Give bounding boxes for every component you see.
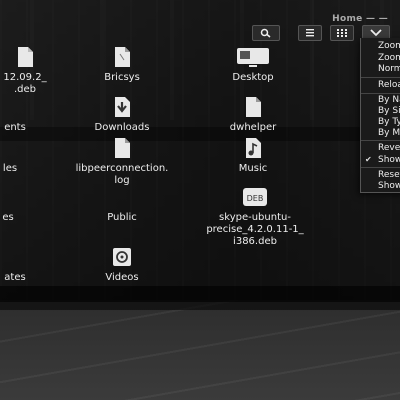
file-item-bricsys[interactable]: Bricsys — [77, 46, 167, 84]
folder-icon — [242, 96, 264, 118]
file-item-label: Videos — [105, 272, 139, 283]
view-dropdown-menu: Zoom In Zoom Out Normal Size Reload By N… — [360, 38, 400, 193]
file-item-label: ents — [4, 122, 26, 133]
file-item-dwhelper[interactable]: dwhelper — [208, 96, 298, 134]
menu-item-zoom-in[interactable]: Zoom In — [378, 41, 400, 51]
menu-item-reset-view[interactable]: Reset View to Defaults — [378, 170, 400, 180]
menu-item-zoom-out[interactable]: Zoom Out — [378, 53, 400, 63]
file-manager-window: Home — — 12.09.2_ .deb Bricsys Desktop e… — [0, 0, 400, 310]
file-item-public[interactable]: Public — [77, 186, 167, 224]
file-item-label: Music — [238, 163, 268, 174]
wallpaper-floor — [0, 300, 400, 400]
video-icon — [111, 246, 133, 268]
folder-icon — [0, 186, 19, 208]
file-item-music[interactable]: Music — [208, 137, 298, 175]
file-item-label: ates — [4, 272, 26, 283]
list-view-button[interactable] — [298, 25, 322, 41]
file-item-label: 12.09.2_ .deb — [3, 72, 47, 95]
menu-item-sort-by-type[interactable]: By Type — [378, 117, 400, 127]
download-icon — [111, 96, 133, 118]
folder-icon — [111, 186, 133, 208]
window-title: Home — — — [332, 14, 388, 24]
file-item-label: Desktop — [232, 72, 274, 83]
music-icon — [242, 137, 264, 159]
row-shade — [0, 127, 400, 141]
chevron-down-icon — [370, 29, 382, 37]
file-item-documents-partial[interactable]: ents — [0, 96, 60, 134]
status-bar — [0, 286, 400, 302]
file-item-skype-deb[interactable]: DEB skype-ubuntu- precise_4.2.0.11-1_ i3… — [195, 186, 315, 248]
svg-text:DEB: DEB — [247, 194, 264, 203]
list-view-icon — [306, 29, 314, 37]
file-item-pictures-partial[interactable]: es — [0, 186, 53, 224]
file-item-label: dwhelper — [229, 122, 277, 133]
grid-view-button[interactable] — [330, 25, 354, 41]
file-item-label: Downloads — [94, 122, 150, 133]
file-item-libpeerconnection[interactable]: libpeerconnection. log — [62, 137, 182, 187]
menu-separator — [361, 167, 400, 168]
file-item-downloads[interactable]: Downloads — [77, 96, 167, 134]
grid-view-icon — [337, 29, 347, 37]
menu-item-show-sidebar[interactable]: Show Sidebar — [378, 181, 400, 191]
menu-separator — [361, 77, 400, 78]
search-button[interactable] — [252, 25, 280, 41]
file-item-videos[interactable]: Videos — [77, 246, 167, 284]
file-item-label: Bricsys — [104, 72, 140, 83]
file-item-label: les — [2, 163, 18, 174]
menu-item-normal-size[interactable]: Normal Size — [378, 64, 400, 74]
file-item-label: es — [2, 212, 14, 223]
menu-item-sort-by-date[interactable]: By Modification Date — [378, 128, 400, 138]
menu-item-reload[interactable]: Reload — [378, 80, 400, 90]
folder-icon — [4, 246, 26, 268]
file-item-desktop[interactable]: Desktop — [208, 46, 298, 84]
text-file-icon — [111, 137, 133, 159]
folder-icon — [111, 46, 133, 68]
file-item-files-partial[interactable]: les — [0, 137, 55, 175]
desktop-icon — [236, 46, 270, 68]
file-item-label: skype-ubuntu- precise_4.2.0.11-1_ i386.d… — [206, 212, 304, 247]
file-item-deb-partial[interactable]: 12.09.2_ .deb — [0, 46, 70, 96]
package-icon — [14, 46, 36, 68]
menu-item-reversed-order[interactable]: Reversed Order — [378, 143, 400, 153]
checkmark-icon: ✔ — [365, 155, 372, 164]
folder-icon — [0, 137, 21, 159]
menu-item-sort-by-name[interactable]: By Name — [378, 95, 400, 105]
file-item-label: libpeerconnection. log — [75, 163, 169, 186]
menu-item-show-hidden[interactable]: Show Hidden Files — [378, 155, 400, 165]
menu-separator — [361, 93, 400, 94]
file-item-label: Public — [107, 212, 137, 223]
search-icon — [260, 28, 271, 38]
file-item-templates-partial[interactable]: ates — [0, 246, 60, 284]
menu-separator — [361, 140, 400, 141]
folder-icon — [4, 96, 26, 118]
menu-item-sort-by-size[interactable]: By Size — [378, 106, 400, 116]
deb-package-icon: DEB — [242, 186, 268, 208]
